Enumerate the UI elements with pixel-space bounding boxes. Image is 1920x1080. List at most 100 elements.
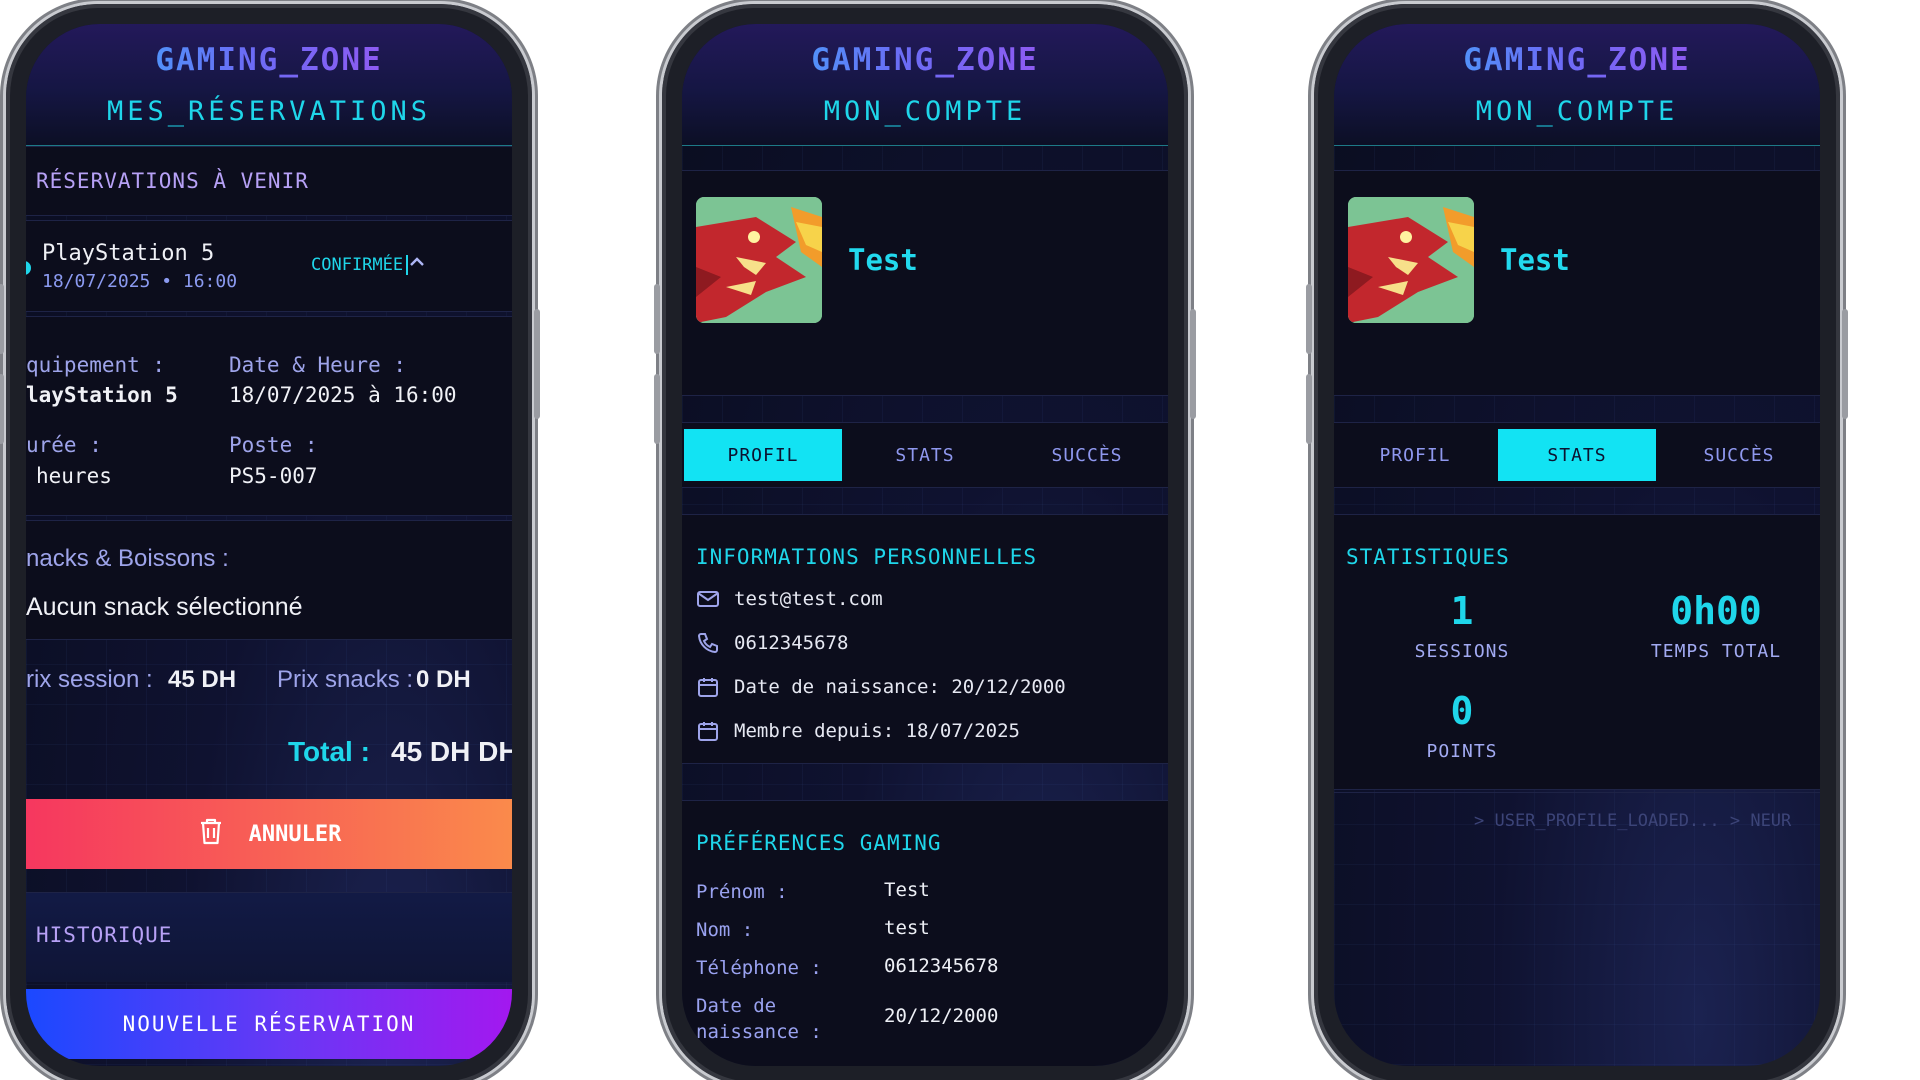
tab-profil[interactable]: PROFIL — [684, 429, 842, 481]
side-button — [1306, 374, 1312, 444]
stat-points-label: POINTS — [1426, 741, 1498, 762]
member-row: Membre depuis: 18/07/2025 — [696, 719, 1020, 743]
selection-indicator — [26, 261, 31, 275]
pref-key: Prénom : — [696, 881, 788, 903]
total-label: Total : — [288, 736, 370, 767]
duration-value: heures — [36, 464, 112, 488]
dragon-avatar-icon — [1348, 197, 1474, 323]
header: GAMING_ZONE MON_COMPTE — [682, 24, 1168, 146]
station-label: Poste : — [229, 433, 318, 457]
pref-key: Date de naissance : — [696, 995, 822, 1043]
duration-label: urée : — [26, 433, 102, 457]
screen: GAMING_ZONE MES_RÉSERVATIONS RÉSERVATION… — [26, 24, 512, 1066]
phone-icon — [696, 631, 720, 655]
price-session-value: 45 DH — [168, 666, 237, 693]
tab-succes[interactable]: SUCCÈS — [1008, 429, 1166, 481]
pref-value: 20/12/2000 — [884, 1005, 999, 1027]
date-value: 18/07/2025 à 16:00 — [229, 383, 457, 407]
reservation-datetime: 18/07/2025 • 16:00 — [42, 271, 238, 292]
phone-account-profile: GAMING_ZONE MON_COMPTE Test PROFIL STATS… — [654, 4, 1196, 1080]
app-title: GAMING_ZONE — [682, 42, 1168, 78]
pref-value: 0612345678 — [884, 955, 999, 977]
side-button — [1306, 284, 1312, 354]
dragon-avatar-icon — [696, 197, 822, 323]
tab-bar: PROFIL STATS SUCCÈS — [1334, 422, 1820, 488]
profile-card: Test — [682, 170, 1168, 396]
screen: GAMING_ZONE MON_COMPTE Test PROFIL STATS… — [1334, 24, 1820, 1066]
side-button — [654, 284, 660, 354]
username: Test — [1500, 243, 1570, 277]
app-title: GAMING_ZONE — [26, 42, 512, 78]
side-button — [0, 374, 4, 444]
tab-succes[interactable]: SUCCÈS — [1660, 429, 1818, 481]
info-title: INFORMATIONS PERSONNELLES — [696, 545, 1038, 569]
power-button — [1190, 309, 1196, 419]
pref-value: - — [884, 1057, 895, 1066]
tab-profil[interactable]: PROFIL — [1336, 429, 1494, 481]
header: GAMING_ZONE MES_RÉSERVATIONS — [26, 24, 512, 146]
price-snacks-value: 0 DH — [416, 666, 471, 693]
reservation-name: PlayStation 5 — [42, 241, 215, 266]
birth-row: Date de naissance: 20/12/2000 — [696, 675, 1066, 699]
upcoming-label: RÉSERVATIONS À VENIR — [36, 169, 309, 193]
page-title: MON_COMPTE — [1475, 96, 1679, 127]
total-value: 45 DH DH — [391, 736, 512, 767]
member-since-value: Membre depuis: 18/07/2025 — [734, 720, 1020, 742]
history-section: HISTORIQUE — [26, 892, 512, 982]
page-title: MON_COMPTE — [823, 96, 1027, 127]
tab-stats[interactable]: STATS — [1498, 429, 1656, 481]
snacks-section: nacks & Boissons : Aucun snack sélection… — [26, 520, 512, 640]
date-label: Date & Heure : — [229, 353, 407, 377]
personal-info-section: INFORMATIONS PERSONNELLES test@test.com … — [682, 514, 1168, 764]
email-value: test@test.com — [734, 588, 883, 610]
side-button — [0, 284, 4, 354]
stat-points-value: 0 — [1450, 689, 1474, 733]
phone-reservations: GAMING_ZONE MES_RÉSERVATIONS RÉSERVATION… — [0, 4, 540, 1080]
power-button — [1842, 309, 1848, 419]
history-label: HISTORIQUE — [36, 923, 173, 947]
side-button — [654, 374, 660, 444]
mail-icon — [696, 587, 720, 611]
equipment-label: quipement : — [26, 353, 166, 377]
stat-time-value: 0h00 — [1670, 589, 1762, 633]
snacks-label: nacks & Boissons : — [26, 545, 229, 572]
phone-value: 0612345678 — [734, 632, 849, 654]
tab-stats[interactable]: STATS — [846, 429, 1004, 481]
profile-card: Test — [1334, 170, 1820, 396]
header: GAMING_ZONE MON_COMPTE — [1334, 24, 1820, 146]
page-title: MES_RÉSERVATIONS — [106, 96, 432, 127]
username: Test — [848, 243, 918, 277]
price-snacks-label: Prix snacks : — [277, 666, 414, 693]
ticker-bar: > USER_PROFILE_LOADED... > NEUR — [1334, 792, 1820, 832]
snacks-value: Aucun snack sélectionné — [26, 593, 303, 621]
ticker-text: > USER_PROFILE_LOADED... > NEUR — [1474, 811, 1792, 831]
new-reservation-label: NOUVELLE RÉSERVATION — [122, 1012, 416, 1036]
pref-key: Téléphone : — [696, 957, 822, 979]
reservation-item[interactable]: PlayStation 5 18/07/2025 • 16:00 CONFIRM… — [26, 220, 512, 312]
cancel-button[interactable]: ANNULER — [26, 799, 512, 869]
pref-key: Sexe : — [696, 1057, 765, 1066]
pref-value: Test — [884, 879, 930, 901]
station-value: PS5-007 — [229, 464, 318, 488]
cancel-label: ANNULER — [248, 821, 342, 847]
app-title: GAMING_ZONE — [1334, 42, 1820, 78]
calendar-icon — [696, 719, 720, 743]
stat-sessions-value: 1 — [1450, 589, 1474, 633]
calendar-icon — [696, 675, 720, 699]
pref-key: Nom : — [696, 919, 754, 941]
new-reservation-button[interactable]: NOUVELLE RÉSERVATION — [26, 989, 512, 1059]
prefs-title: PRÉFÉRENCES GAMING — [696, 831, 942, 855]
stat-time-label: TEMPS TOTAL — [1650, 641, 1782, 662]
pref-value: test — [884, 917, 930, 939]
phone-row: 0612345678 — [696, 631, 848, 655]
chevron-up-icon[interactable] — [406, 251, 428, 277]
status-badge: CONFIRMÉE — [311, 255, 409, 275]
details-section: quipement : layStation 5 Date & Heure : … — [26, 316, 512, 516]
email-row: test@test.com — [696, 587, 883, 611]
gaming-prefs-section: PRÉFÉRENCES GAMING Prénom : Test Nom : t… — [682, 800, 1168, 1066]
stats-section: STATISTIQUES 1 SESSIONS 0h00 TEMPS TOTAL… — [1334, 514, 1820, 790]
screen: GAMING_ZONE MON_COMPTE Test PROFIL STATS… — [682, 24, 1168, 1066]
tab-bar: PROFIL STATS SUCCÈS — [682, 422, 1168, 488]
price-section: rix session : 45 DH Prix snacks : 0 DH T… — [26, 644, 512, 794]
stats-title: STATISTIQUES — [1346, 545, 1510, 569]
